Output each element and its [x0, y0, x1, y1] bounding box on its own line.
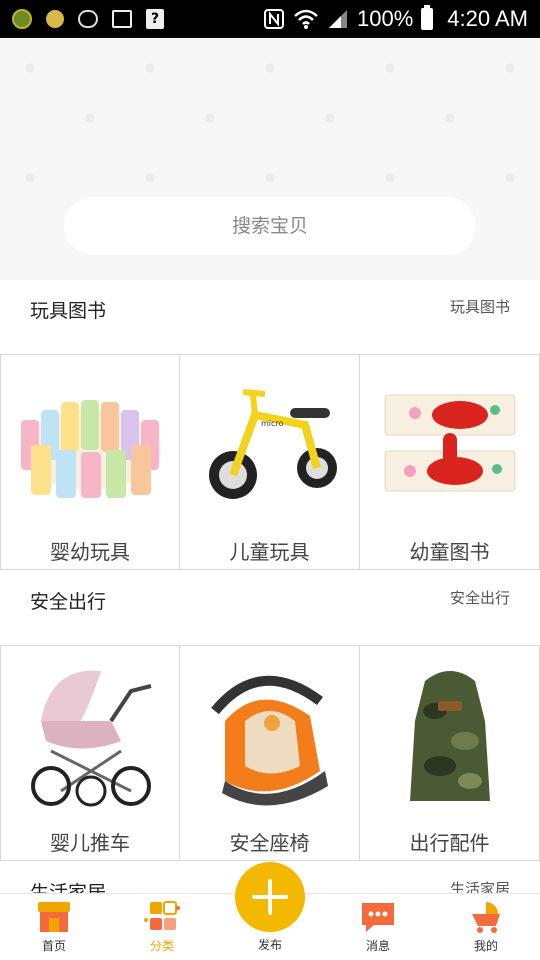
nav-label: 我的 — [473, 939, 498, 953]
cart-profile-icon — [472, 902, 500, 933]
section-more-link[interactable]: 玩具图书 — [450, 296, 510, 317]
app-icon-yellow — [46, 10, 64, 28]
category-item[interactable]: 安全座椅 — [180, 646, 360, 860]
search-input[interactable]: 搜索宝贝 — [64, 197, 476, 255]
baby-stroller-image — [11, 656, 171, 816]
section-title: 生活家居 — [30, 882, 107, 894]
nav-tab-home[interactable]: 首页 — [0, 894, 108, 960]
message-icon — [362, 903, 394, 932]
section-header-toys: 玩具图书 玩具图书 — [0, 280, 540, 354]
clock: 4:20 AM — [447, 6, 528, 31]
nfc-icon — [264, 9, 284, 29]
notification-icons: ? — [12, 0, 164, 38]
svg-text:micro: micro — [261, 419, 284, 428]
baby-carrier-image — [370, 656, 530, 816]
category-item[interactable]: 出行配件 — [360, 646, 540, 860]
nav-tab-category[interactable]: 分类 — [108, 894, 216, 960]
category-item[interactable]: micro 儿童玩具 — [180, 355, 360, 569]
publish-label: 发布 — [257, 938, 282, 952]
header-banner: 搜索宝贝 — [0, 38, 540, 280]
section-more-link[interactable]: 生活家居 — [450, 878, 510, 894]
nav-label: 首页 — [41, 939, 66, 953]
category-icon — [144, 901, 180, 930]
status-bar: ? 100% 4:20 AM — [0, 0, 540, 38]
section-header-travel: 安全出行 安全出行 — [0, 571, 540, 645]
category-item[interactable]: 婴儿推车 — [0, 646, 180, 860]
app-icon-green — [12, 9, 32, 29]
picture-book-image — [370, 365, 530, 525]
car-seat-image — [190, 656, 350, 816]
category-item[interactable]: 幼童图书 — [360, 355, 540, 569]
battery-percent: 100% — [357, 6, 414, 31]
face-icon — [78, 10, 98, 28]
category-label: 儿童玩具 — [229, 540, 310, 564]
category-item[interactable]: 婴幼玩具 — [0, 355, 180, 569]
nav-label: 分类 — [149, 939, 174, 953]
section-title: 玩具图书 — [30, 300, 107, 322]
category-label: 婴幼玩具 — [50, 540, 130, 564]
nav-tab-messages[interactable]: 消息 — [324, 894, 432, 960]
unknown-app-icon: ? — [146, 9, 164, 29]
system-status: 100% 4:20 AM — [263, 0, 528, 38]
balance-bike-image: micro — [190, 365, 350, 525]
nav-label: 消息 — [365, 939, 390, 953]
image-icon — [112, 10, 132, 28]
signal-icon — [329, 10, 347, 28]
nav-tab-profile[interactable]: 我的 — [432, 894, 540, 960]
category-grid-toys: 婴幼玩具 micro 儿童玩具 幼童图书 — [0, 354, 540, 570]
section-title: 安全出行 — [30, 591, 107, 613]
wifi-icon — [294, 9, 318, 29]
publish-button[interactable] — [235, 862, 305, 932]
category-label: 幼童图书 — [409, 540, 490, 564]
category-label: 出行配件 — [409, 831, 490, 855]
battery-icon — [421, 5, 434, 30]
category-label: 婴儿推车 — [50, 831, 130, 855]
category-grid-travel: 婴儿推车 安全座椅 出行配件 — [0, 645, 540, 861]
category-label: 安全座椅 — [229, 831, 310, 855]
home-shop-icon — [38, 902, 70, 932]
section-more-link[interactable]: 安全出行 — [450, 587, 510, 608]
baby-playpen-image — [11, 365, 171, 525]
